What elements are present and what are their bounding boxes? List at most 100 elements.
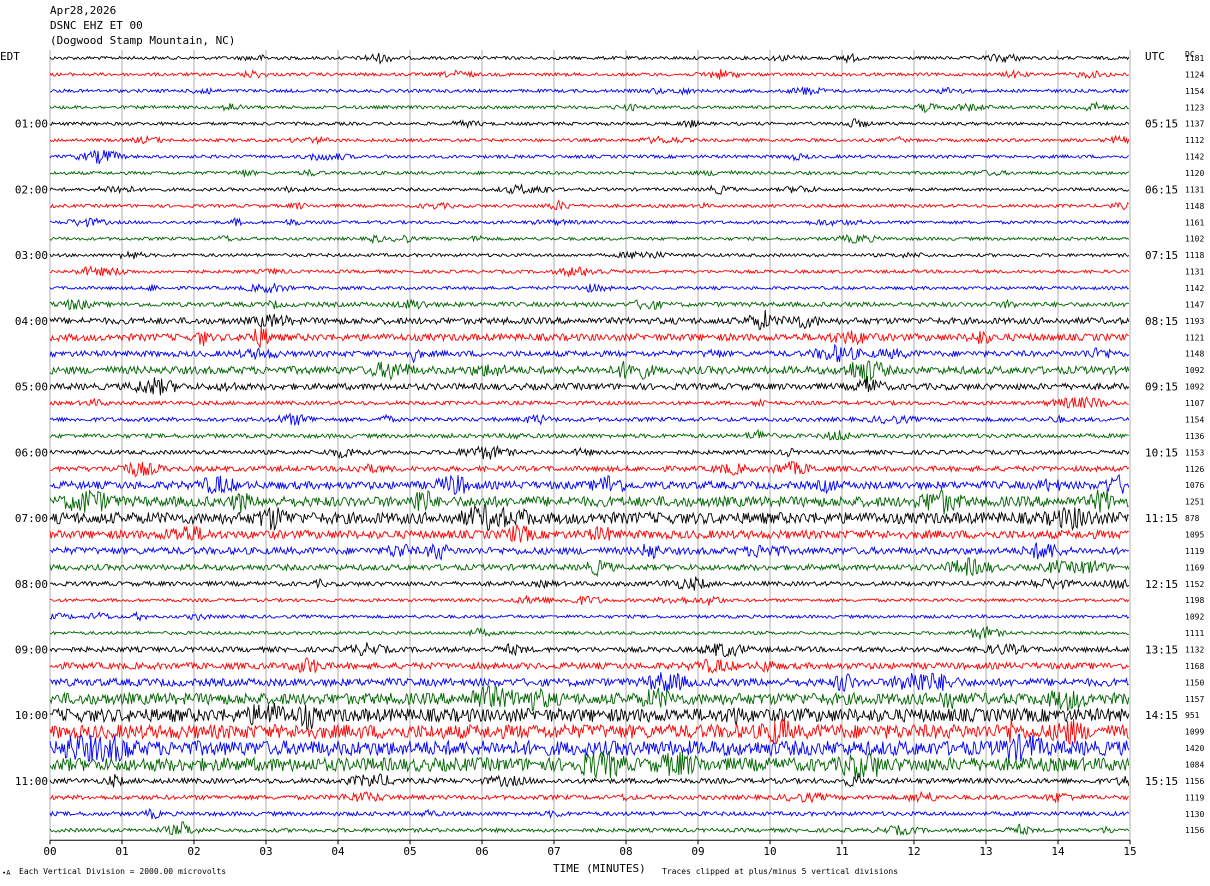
seismic-trace bbox=[49, 52, 1130, 65]
dc-offset-label: 1142 bbox=[1185, 153, 1204, 162]
dc-offset-label: 1161 bbox=[1185, 218, 1204, 227]
dc-offset-label: 1154 bbox=[1185, 415, 1204, 424]
left-time-label: 05:00 bbox=[15, 381, 48, 394]
seismic-trace bbox=[49, 199, 1130, 211]
dc-offset-label: 1153 bbox=[1185, 448, 1204, 457]
left-time-label: 08:00 bbox=[15, 578, 48, 591]
dc-offset-label: 1150 bbox=[1185, 678, 1204, 687]
seismic-trace bbox=[49, 100, 1129, 114]
seismic-trace bbox=[49, 474, 1130, 495]
x-tick-label: 06 bbox=[475, 845, 488, 858]
seismic-trace bbox=[49, 86, 1129, 96]
right-time-label: 15:15 bbox=[1145, 775, 1178, 788]
dc-offset-label: 1148 bbox=[1185, 202, 1204, 211]
seismic-trace bbox=[49, 309, 1130, 330]
seismic-trace bbox=[49, 750, 1130, 780]
clipping-note: Traces clipped at plus/minus 5 vertical … bbox=[662, 867, 899, 876]
left-time-label: 06:00 bbox=[15, 446, 48, 459]
x-tick-label: 01 bbox=[115, 845, 128, 858]
dc-offset-label: 1156 bbox=[1185, 777, 1204, 786]
x-tick-label: 13 bbox=[979, 845, 992, 858]
dc-offset-label: 1119 bbox=[1185, 547, 1204, 556]
x-axis-title: TIME (MINUTES) bbox=[553, 862, 646, 875]
x-tick-label: 12 bbox=[907, 845, 920, 858]
right-time-label: 13:15 bbox=[1145, 643, 1178, 656]
seismic-trace bbox=[49, 298, 1130, 311]
seismic-trace bbox=[49, 428, 1129, 441]
dc-offset-label: 1147 bbox=[1185, 300, 1204, 309]
footer-mark: ∙A bbox=[2, 869, 11, 877]
dc-offset-label: 1168 bbox=[1185, 662, 1204, 671]
left-time-label: 02:00 bbox=[15, 183, 48, 196]
seismic-trace bbox=[49, 773, 1130, 788]
x-tick-label: 07 bbox=[547, 845, 560, 858]
seismic-trace bbox=[49, 460, 1130, 478]
dc-offset-label: 1193 bbox=[1185, 317, 1204, 326]
seismic-trace bbox=[49, 610, 1130, 622]
dc-offset-label: 1123 bbox=[1185, 103, 1204, 112]
seismic-trace bbox=[50, 265, 1130, 278]
seismic-trace bbox=[49, 790, 1130, 804]
seismic-trace bbox=[49, 576, 1130, 591]
dc-offset-label: 1118 bbox=[1185, 251, 1204, 260]
x-tick-label: 10 bbox=[763, 845, 776, 858]
seismic-trace bbox=[49, 808, 1130, 820]
dc-offset-label: 1131 bbox=[1185, 268, 1204, 277]
seismic-trace bbox=[49, 504, 1130, 532]
dc-offset-label: 1120 bbox=[1185, 169, 1204, 178]
seismic-trace bbox=[49, 233, 1130, 245]
dc-offset-label: 1132 bbox=[1185, 645, 1204, 654]
dc-offset-label: 951 bbox=[1185, 711, 1200, 720]
seismic-trace bbox=[49, 557, 1130, 578]
dc-offset-label: 1107 bbox=[1185, 399, 1204, 408]
dc-offset-label: 1131 bbox=[1185, 185, 1204, 194]
x-tick-label: 03 bbox=[259, 845, 272, 858]
seismic-trace bbox=[49, 626, 1129, 640]
x-tick-label: 02 bbox=[187, 845, 200, 858]
seismic-trace bbox=[49, 444, 1130, 460]
seismic-trace bbox=[49, 821, 1130, 837]
dc-offset-label: 1136 bbox=[1185, 432, 1204, 441]
seismic-trace bbox=[49, 343, 1130, 364]
dc-offset-label: 1102 bbox=[1185, 235, 1204, 244]
dc-offset-label: 1092 bbox=[1185, 366, 1204, 375]
dc-offset-label: 1198 bbox=[1185, 596, 1204, 605]
dc-offset-label: 1137 bbox=[1185, 120, 1204, 129]
right-time-label: 07:15 bbox=[1145, 249, 1178, 262]
right-time-label: 11:15 bbox=[1145, 512, 1178, 525]
left-time-label: 11:00 bbox=[15, 775, 48, 788]
dc-offset-label: 1152 bbox=[1185, 580, 1204, 589]
left-time-label: 07:00 bbox=[15, 512, 48, 525]
seismic-trace bbox=[49, 718, 1130, 745]
x-tick-label: 05 bbox=[403, 845, 416, 858]
seismic-trace bbox=[49, 703, 1130, 730]
left-time-label: 10:00 bbox=[15, 709, 48, 722]
seismic-trace bbox=[49, 183, 1130, 195]
seismic-trace bbox=[49, 396, 1129, 409]
seismic-trace bbox=[49, 375, 1130, 396]
dc-offset-label: 1111 bbox=[1185, 629, 1204, 638]
dc-offset-label: 1157 bbox=[1185, 695, 1204, 704]
dc-offset-label: 1121 bbox=[1185, 333, 1204, 342]
seismic-trace bbox=[49, 360, 1130, 384]
dc-offset-label: 1169 bbox=[1185, 563, 1204, 572]
seismic-trace bbox=[49, 282, 1129, 294]
seismic-trace bbox=[49, 642, 1130, 657]
left-time-label: 03:00 bbox=[15, 249, 48, 262]
dc-offset-label: 1076 bbox=[1185, 481, 1204, 490]
dc-offset-label: 1084 bbox=[1185, 760, 1204, 769]
x-tick-label: 04 bbox=[331, 845, 345, 858]
right-time-label: 10:15 bbox=[1145, 446, 1178, 459]
vertical-division-note: Each Vertical Division = 2000.00 microvo… bbox=[19, 867, 227, 876]
dc-offset-label: 1092 bbox=[1185, 383, 1204, 392]
dc-offset-label: 1124 bbox=[1185, 70, 1204, 79]
x-tick-label: 08 bbox=[619, 845, 632, 858]
seismic-trace bbox=[49, 542, 1129, 561]
seismogram-plot: 00 01 02 03 04 05 06 07 08 09 10 11 12 13 14 1511811124… bbox=[15, 50, 1204, 858]
left-time-label: 01:00 bbox=[15, 118, 48, 131]
seismic-trace bbox=[49, 250, 1130, 260]
seismic-trace bbox=[49, 524, 1129, 543]
dc-offset-label: 1095 bbox=[1185, 530, 1204, 539]
right-time-label: 09:15 bbox=[1145, 381, 1178, 394]
right-time-label: 06:15 bbox=[1145, 183, 1178, 196]
